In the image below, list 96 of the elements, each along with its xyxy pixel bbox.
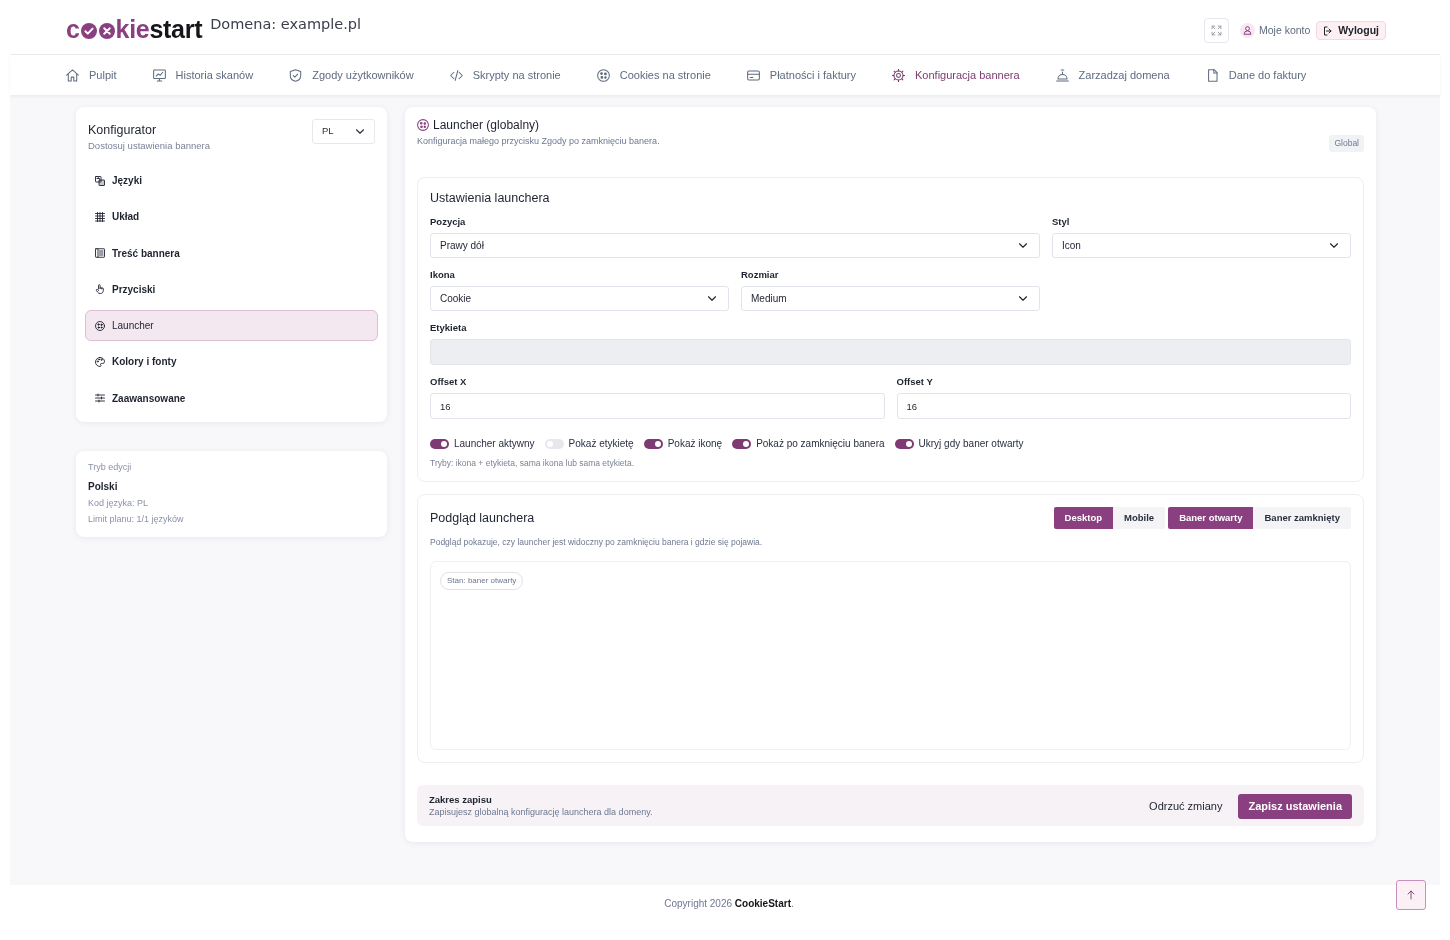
save-button[interactable]: Zapisz ustawienia [1238,793,1352,819]
sidebar-item[interactable]: Zaawansowane [85,382,378,414]
state-tag: Stan: baner otwarty [440,572,524,590]
select-field[interactable]: Icon [1052,233,1351,258]
toggle-label: Ukryj gdy baner otwarty [918,437,1024,451]
toggle-label: Launcher aktywny [454,437,535,451]
card-subtitle: Dostosuj ustawienia bannera [88,139,210,152]
field-label: Ikona [430,269,455,281]
user-avatar-icon [1240,23,1255,38]
logo-text: c [66,15,80,44]
arrow-up-icon [1406,890,1416,900]
field-label: Offset Y [896,376,933,388]
save-scope-description: Zapisujesz globalną konfigurację launchera dla domeny. [429,806,653,819]
toggle-label: Pokaż po zamknięciu banera [756,437,885,451]
panel-subtitle: Konfiguracja małego przycisku Zgody po zamknięciu banera. [417,135,660,148]
select-field[interactable]: Prawy dół [430,233,1040,258]
field-label: Rozmiar [741,269,779,281]
toggle-switch[interactable] [544,438,564,449]
toggle-switch[interactable] [732,438,752,449]
logout-button[interactable]: Wyloguj [1316,20,1386,41]
chevron-down-icon [1330,243,1338,248]
code-icon [449,68,463,82]
plan-limit: Limit planu: 1/1 języków [88,512,184,526]
nav-tab[interactable]: Skrypty na stronie [449,66,561,84]
home-icon [66,68,79,82]
sidebar-item[interactable]: Launcher [85,310,378,342]
language-name: Polski [88,479,118,493]
sidebar-item[interactable]: Treść bannera [85,237,378,269]
x-circle-icon [98,22,115,39]
list-icon [95,248,105,259]
nav-tab[interactable]: Płatności i faktury [746,66,857,84]
hint-text: Tryby: ikona + etykieta, sama ikona lub sama etykieta. [430,457,635,469]
nav-tab[interactable]: Historia skanów [152,66,254,84]
field-label: Styl [1052,216,1070,228]
palette-icon [95,357,105,367]
hand-pointer-icon [95,284,105,295]
device-toggle-button[interactable]: Mobile [1113,507,1166,529]
nav-tab[interactable]: Zarzadzaj domena [1055,66,1170,84]
toggle-label: Pokaż ikonę [667,437,723,451]
sliders-icon [95,393,105,404]
document-icon [1205,68,1219,82]
scope-badge: Global [1329,135,1364,152]
select-field[interactable]: Medium [741,286,1040,311]
logout-icon [1323,25,1334,36]
nav-tab[interactable]: Pulpit [66,66,117,84]
sidebar-item[interactable]: Kolory i fonty [85,346,378,378]
cookie-icon [95,320,105,331]
shield-check-icon [289,68,303,82]
nav-tab[interactable]: Dane do faktury [1205,66,1307,84]
input-field[interactable]: 16 [430,393,885,419]
cloche-icon [1055,68,1069,82]
edit-mode-label: Tryb edycji [88,460,132,474]
chevron-down-icon [356,129,364,134]
field-label: Offset X [430,376,467,388]
cookie-icon [596,68,610,82]
settings-icon [892,68,906,82]
grid-icon [95,211,105,222]
chevron-down-icon [1019,243,1027,248]
account-link[interactable]: Moje konto [1259,22,1311,39]
panel-title: Launcher (globalny) [433,117,540,133]
language-select[interactable]: PL [312,119,375,144]
credit-card-icon [746,68,760,82]
language-code: Kod języka: PL [88,496,149,510]
chevron-down-icon [708,296,716,301]
card-title: Konfigurator [88,122,157,139]
nav-tab[interactable]: Zgody użytkowników [289,66,414,84]
section-title: Podgląd launchera [430,510,535,526]
section-title: Ustawienia launchera [430,190,550,206]
toggle-label: Pokaż etykietę [568,437,634,451]
field-label: Pozycja [430,216,466,228]
sidebar-item[interactable]: Układ [85,201,378,233]
cookie-icon [417,119,429,131]
save-scope-title: Zakres zapisu [429,793,492,806]
overlap-squares-icon [95,175,105,186]
logo-text: kiestart [115,15,203,44]
banner-state-button[interactable]: Baner zamknięty [1253,507,1351,529]
preview-description: Podgląd pokazuje, czy launcher jest widoczny po zamknięciu banera i gdzie się pojawia. [430,536,763,548]
device-toggle-button[interactable]: Desktop [1053,507,1114,529]
check-circle-icon [80,22,97,39]
nav-tab[interactable]: Cookies na stronie [596,66,711,84]
toggle-switch[interactable] [643,438,663,449]
copyright-text: Copyright 2026 CookieStart. [664,897,794,911]
sidebar-item[interactable]: Języki [85,165,378,196]
chart-monitor-icon [152,68,166,82]
domain-label: Domena: example.pl [210,15,362,34]
chevron-down-icon [1019,296,1027,301]
toggle-switch[interactable] [894,438,914,449]
input-field[interactable]: 16 [896,393,1351,419]
expand-icon [1211,25,1222,36]
toggle-switch[interactable] [430,438,449,449]
discard-button[interactable]: Odrzuć zmiany [1149,797,1223,815]
nav-tab[interactable]: Konfiguracja bannera [892,66,1020,84]
sidebar-item[interactable]: Przyciski [85,273,378,305]
field-label: Etykieta [430,322,467,334]
banner-state-button[interactable]: Baner otwarty [1168,507,1254,529]
select-field[interactable]: Cookie [430,286,729,311]
